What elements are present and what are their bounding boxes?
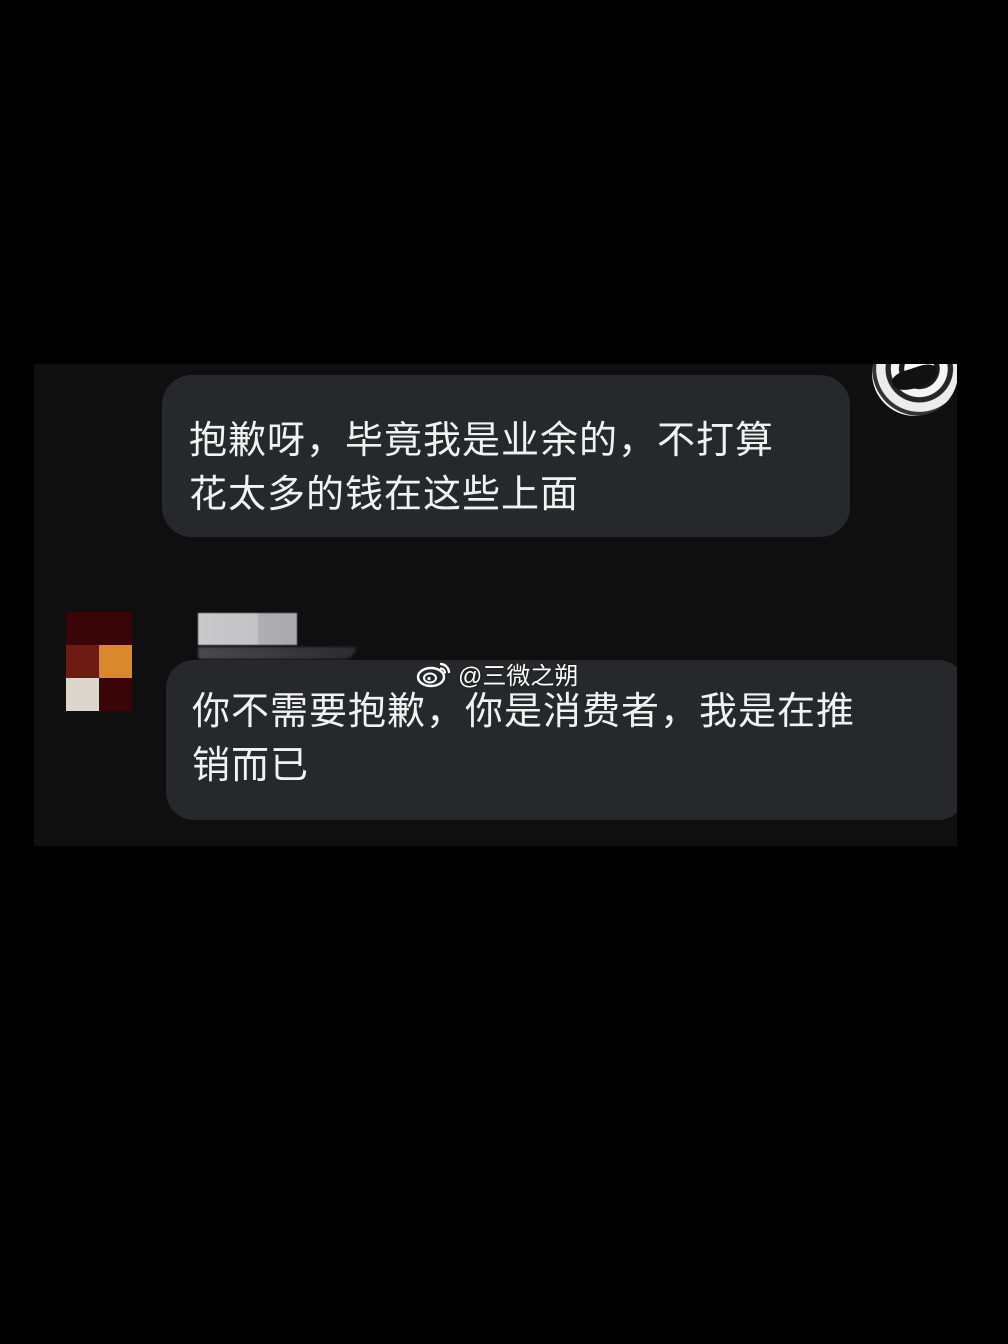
watermark-text: @三微之朔 [458, 662, 579, 690]
chat-panel: 抱歉呀，毕竟我是业余的，不打算 花太多的钱在这些上面 你不需要抱歉，你是消费者，… [34, 364, 957, 846]
contact-name-redacted-shadow [198, 647, 356, 659]
avatar-pixel [99, 612, 132, 645]
contact-avatar[interactable] [66, 612, 132, 711]
contact-name-redacted [198, 613, 297, 645]
message-bubble-sent[interactable]: 抱歉呀，毕竟我是业余的，不打算 花太多的钱在这些上面 [162, 375, 850, 537]
avatar-pixel [99, 645, 132, 678]
watermark: @三微之朔 [416, 656, 578, 690]
avatar-illustration [890, 364, 940, 395]
avatar-pixel [66, 612, 99, 645]
avatar-pixel [66, 645, 99, 678]
avatar-pixel [66, 678, 99, 711]
avatar-pixel [99, 678, 132, 711]
weibo-icon [416, 658, 452, 688]
self-avatar[interactable] [872, 364, 957, 416]
